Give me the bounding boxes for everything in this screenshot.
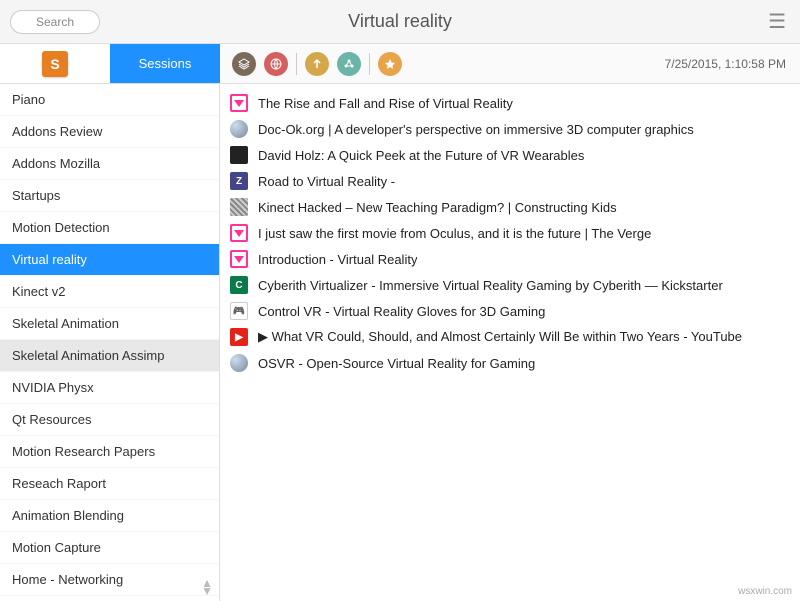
sidebar-item[interactable]: Home - Networking xyxy=(0,564,219,596)
list-item[interactable]: ▶ ▶ What VR Could, Should, and Almost Cer… xyxy=(220,324,800,350)
dark-favicon-icon xyxy=(230,146,248,164)
globe-favicon-icon xyxy=(230,354,248,372)
sessions-tab[interactable]: Sessions xyxy=(110,44,220,83)
toolbar: S Sessions 7/25/2015, 1:10:58 PM xyxy=(0,44,800,84)
sidebar-item[interactable]: Animation Blending xyxy=(0,500,219,532)
list-item[interactable]: I just saw the first movie from Oculus, … xyxy=(220,220,800,246)
list-item[interactable]: Z Road to Virtual Reality - xyxy=(220,168,800,194)
toolbar-divider xyxy=(296,53,297,75)
sidebar-item[interactable]: Virtual reality xyxy=(0,244,219,276)
sidebar-item[interactable]: Piano xyxy=(0,84,219,116)
toolbar-divider xyxy=(369,53,370,75)
verge-favicon-icon xyxy=(230,224,248,242)
star-icon[interactable] xyxy=(378,52,402,76)
stack-icon[interactable] xyxy=(232,52,256,76)
cyber-favicon-icon: C xyxy=(230,276,248,294)
sidebar-item[interactable]: NVIDIA Physx xyxy=(0,372,219,404)
page-title: Virtual reality xyxy=(348,11,452,32)
list-item-title: Kinect Hacked – New Teaching Paradigm? |… xyxy=(258,200,617,215)
list-item-title: Control VR - Virtual Reality Gloves for … xyxy=(258,304,545,319)
list-item[interactable]: 🎮 Control VR - Virtual Reality Gloves for… xyxy=(220,298,800,324)
list-item-title: OSVR - Open-Source Virtual Reality for G… xyxy=(258,356,535,371)
list-item-title: Doc-Ok.org | A developer's perspective o… xyxy=(258,122,694,137)
sidebar-item[interactable]: Motion Capture xyxy=(0,532,219,564)
sidebar-item[interactable]: Motion Research Papers xyxy=(0,436,219,468)
list-item[interactable]: Doc-Ok.org | A developer's perspective o… xyxy=(220,116,800,142)
logo-tab[interactable]: S xyxy=(0,44,110,83)
app-logo-icon: S xyxy=(42,51,68,77)
list-item[interactable]: The Rise and Fall and Rise of Virtual Re… xyxy=(220,90,800,116)
list-item-title: Cyberith Virtualizer - Immersive Virtual… xyxy=(258,278,723,293)
list-item-title: The Rise and Fall and Rise of Virtual Re… xyxy=(258,96,513,111)
content-area: PianoAddons ReviewAddons MozillaStartups… xyxy=(0,84,800,601)
toolbar-icons xyxy=(220,44,402,83)
search-input[interactable]: Search xyxy=(10,10,100,34)
sidebar-item[interactable]: Addons Review xyxy=(0,116,219,148)
sort-handle-icon[interactable]: ▲▼ xyxy=(201,579,213,595)
sidebar-item[interactable]: Addons Mozilla xyxy=(0,148,219,180)
list-item[interactable]: OSVR - Open-Source Virtual Reality for G… xyxy=(220,350,800,376)
sidebar-item[interactable]: Motion Detection xyxy=(0,212,219,244)
list-item-title: ▶ What VR Could, Should, and Almost Cert… xyxy=(258,329,742,345)
main-list: The Rise and Fall and Rise of Virtual Re… xyxy=(220,84,800,601)
sidebar-item[interactable]: Qt Resources xyxy=(0,404,219,436)
sidebar-item[interactable]: Kinect v2 xyxy=(0,276,219,308)
sidebar-item[interactable]: Skeletal Animation Assimp xyxy=(0,340,219,372)
list-item-title: David Holz: A Quick Peek at the Future o… xyxy=(258,148,584,163)
globe-icon[interactable] xyxy=(264,52,288,76)
list-item[interactable]: C Cyberith Virtualizer - Immersive Virtua… xyxy=(220,272,800,298)
list-item-title: Introduction - Virtual Reality xyxy=(258,252,417,267)
sidebar-item[interactable]: Skeletal Animation xyxy=(0,308,219,340)
yt-favicon-icon: ▶ xyxy=(230,328,248,346)
sidebar-item[interactable]: Startups xyxy=(0,180,219,212)
verge-favicon-icon xyxy=(230,250,248,268)
nodes-icon[interactable] xyxy=(337,52,361,76)
list-item[interactable]: Kinect Hacked – New Teaching Paradigm? |… xyxy=(220,194,800,220)
list-item[interactable]: Introduction - Virtual Reality xyxy=(220,246,800,272)
ctrl-favicon-icon: 🎮 xyxy=(230,302,248,320)
timestamp: 7/25/2015, 1:10:58 PM xyxy=(665,44,800,83)
list-item[interactable]: David Holz: A Quick Peek at the Future o… xyxy=(220,142,800,168)
texture-favicon-icon xyxy=(230,198,248,216)
sidebar-item[interactable]: Reseach Raport xyxy=(0,468,219,500)
arrow-up-icon[interactable] xyxy=(305,52,329,76)
cube-favicon-icon: Z xyxy=(230,172,248,190)
list-item-title: I just saw the first movie from Oculus, … xyxy=(258,226,651,241)
menu-icon[interactable]: ☰ xyxy=(764,5,790,38)
verge-favicon-icon xyxy=(230,94,248,112)
globe-favicon-icon xyxy=(230,120,248,138)
header-bar: Search Virtual reality ☰ xyxy=(0,0,800,44)
list-item-title: Road to Virtual Reality - xyxy=(258,174,395,189)
sidebar: PianoAddons ReviewAddons MozillaStartups… xyxy=(0,84,220,601)
